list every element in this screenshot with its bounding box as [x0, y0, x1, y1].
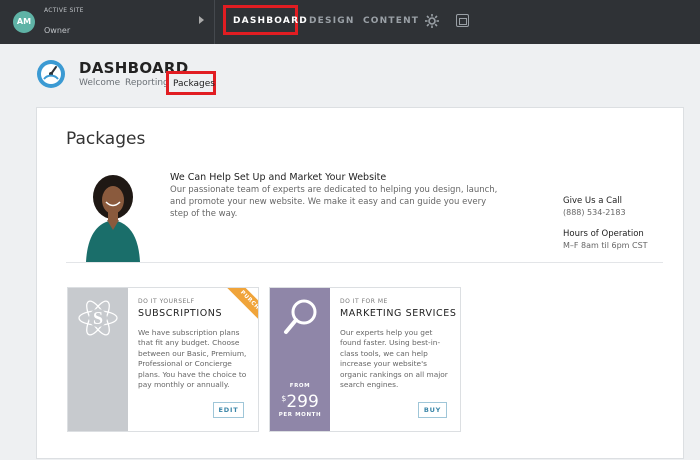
tab-packages[interactable]: Packages [166, 71, 216, 95]
active-site-label: ACTIVE SITE [44, 7, 84, 14]
package-card-subscriptions: S PURCHASED DO IT YOURSELF SUBSCRIPTIONS… [67, 287, 259, 432]
magnifier-icon [284, 299, 317, 334]
nav-design[interactable]: DESIGN [309, 16, 355, 26]
phone-number: (888) 534-2183 [563, 208, 626, 217]
speedometer-icon [37, 60, 65, 88]
nav-dashboard[interactable]: DASHBOARD [223, 5, 307, 35]
price-currency: $ [281, 394, 287, 403]
package-card-marketing: FROM $299 PER MONTH DO IT FOR ME MARKETI… [269, 287, 461, 432]
top-bar: AM ACTIVE SITE Owner DASHBOARD DESIGN CO… [0, 0, 700, 44]
package-name: SUBSCRIPTIONS [138, 308, 223, 319]
svg-text:S: S [93, 308, 103, 328]
price: $299 [270, 392, 330, 412]
tab-packages-label: Packages [173, 79, 215, 89]
active-site-selector[interactable]: AM ACTIVE SITE Owner [0, 0, 215, 44]
nav-content[interactable]: CONTENT [363, 16, 419, 26]
package-name: MARKETING SERVICES [340, 308, 457, 319]
nav-dashboard-label: DASHBOARD [233, 16, 308, 26]
gear-icon[interactable] [424, 13, 440, 29]
avatar: AM [13, 11, 35, 33]
promo-headline: We Can Help Set Up and Market Your Websi… [170, 172, 387, 183]
package-description: Our experts help you get found faster. U… [340, 328, 448, 390]
hours-value: M–F 8am til 6pm CST [563, 241, 648, 250]
atom-s-icon: S [78, 300, 118, 336]
package-kicker: DO IT YOURSELF [138, 298, 195, 305]
packages-heading: Packages [66, 129, 146, 149]
price-period: PER MONTH [278, 412, 322, 418]
call-label: Give Us a Call [563, 196, 623, 206]
divider [66, 262, 663, 263]
package-side-panel: S [68, 288, 128, 431]
chevron-right-icon[interactable] [199, 16, 204, 24]
calendar-icon[interactable] [456, 14, 469, 27]
tab-welcome[interactable]: Welcome [79, 78, 120, 88]
promo-body: Our passionate team of experts are dedic… [170, 185, 498, 220]
package-kicker: DO IT FOR ME [340, 298, 388, 305]
package-description: We have subscription plans that fit any … [138, 328, 247, 390]
edit-button[interactable]: EDIT [213, 402, 244, 418]
buy-button[interactable]: BUY [418, 402, 447, 418]
tab-reporting[interactable]: Reporting [125, 78, 169, 88]
site-role: Owner [44, 26, 71, 35]
package-side-panel: FROM $299 PER MONTH [270, 288, 330, 431]
price-from: FROM [289, 383, 311, 389]
support-person-image [86, 175, 140, 262]
hours-label: Hours of Operation [563, 229, 644, 239]
price-amount: 299 [286, 392, 319, 412]
